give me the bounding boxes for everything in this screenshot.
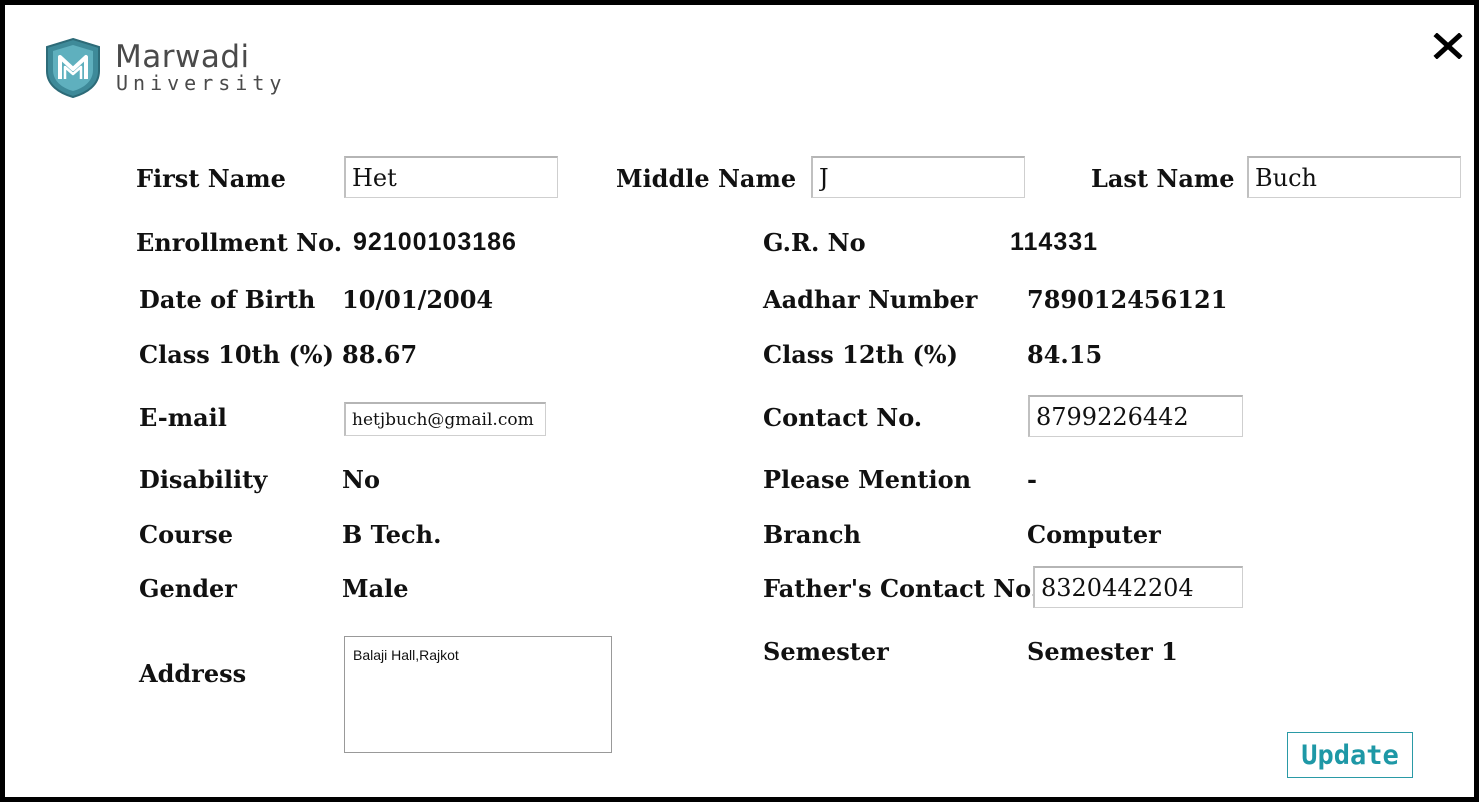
middle-name-input[interactable]: [811, 156, 1025, 198]
brand-subtitle: University: [116, 71, 287, 95]
gender-label: Gender: [139, 574, 237, 603]
last-name-input[interactable]: [1247, 156, 1461, 198]
enrollment-value: 92100103186: [353, 228, 517, 256]
contact-label: Contact No.: [763, 403, 923, 432]
class10-value: 88.67: [342, 340, 418, 369]
aadhar-label: Aadhar Number: [763, 285, 978, 314]
please-mention-label: Please Mention: [763, 465, 972, 494]
semester-value: Semester 1: [1027, 637, 1178, 666]
aadhar-value: 789012456121: [1027, 285, 1228, 314]
email-input[interactable]: [344, 402, 546, 436]
class12-label: Class 12th (%): [763, 340, 958, 369]
profile-dialog: Marwadi University First Name Middle Nam…: [0, 0, 1479, 802]
brand-name: Marwadi: [115, 39, 250, 75]
course-label: Course: [139, 520, 233, 549]
middle-name-label: Middle Name: [616, 164, 797, 193]
father-contact-input[interactable]: [1033, 566, 1243, 608]
class12-value: 84.15: [1027, 340, 1103, 369]
father-contact-label: Father's Contact No.: [763, 574, 1040, 603]
contact-input[interactable]: [1028, 395, 1243, 437]
branch-value: Computer: [1027, 520, 1161, 549]
update-button[interactable]: Update: [1287, 732, 1413, 778]
close-icon[interactable]: [1433, 33, 1463, 59]
gender-value: Male: [342, 574, 409, 603]
disability-label: Disability: [139, 465, 268, 494]
dob-label: Date of Birth: [139, 285, 316, 314]
enrollment-label: Enrollment No.: [136, 228, 343, 257]
first-name-input[interactable]: [344, 156, 558, 198]
email-label: E-mail: [139, 403, 227, 432]
last-name-label: Last Name: [1091, 164, 1235, 193]
semester-label: Semester: [763, 637, 889, 666]
university-logo: Marwadi University: [43, 37, 303, 101]
please-mention-value: -: [1027, 465, 1037, 494]
gr-no-label: G.R. No: [763, 228, 866, 257]
address-label: Address: [139, 659, 247, 688]
branch-label: Branch: [763, 520, 861, 549]
gr-no-value: 114331: [1010, 228, 1099, 256]
shield-logo-icon: [46, 37, 100, 99]
disability-value: No: [342, 465, 380, 494]
class10-label: Class 10th (%): [139, 340, 334, 369]
dob-value: 10/01/2004: [342, 285, 494, 314]
address-textarea[interactable]: Balaji Hall,Rajkot: [344, 636, 612, 753]
first-name-label: First Name: [136, 164, 286, 193]
course-value: B Tech.: [342, 520, 442, 549]
